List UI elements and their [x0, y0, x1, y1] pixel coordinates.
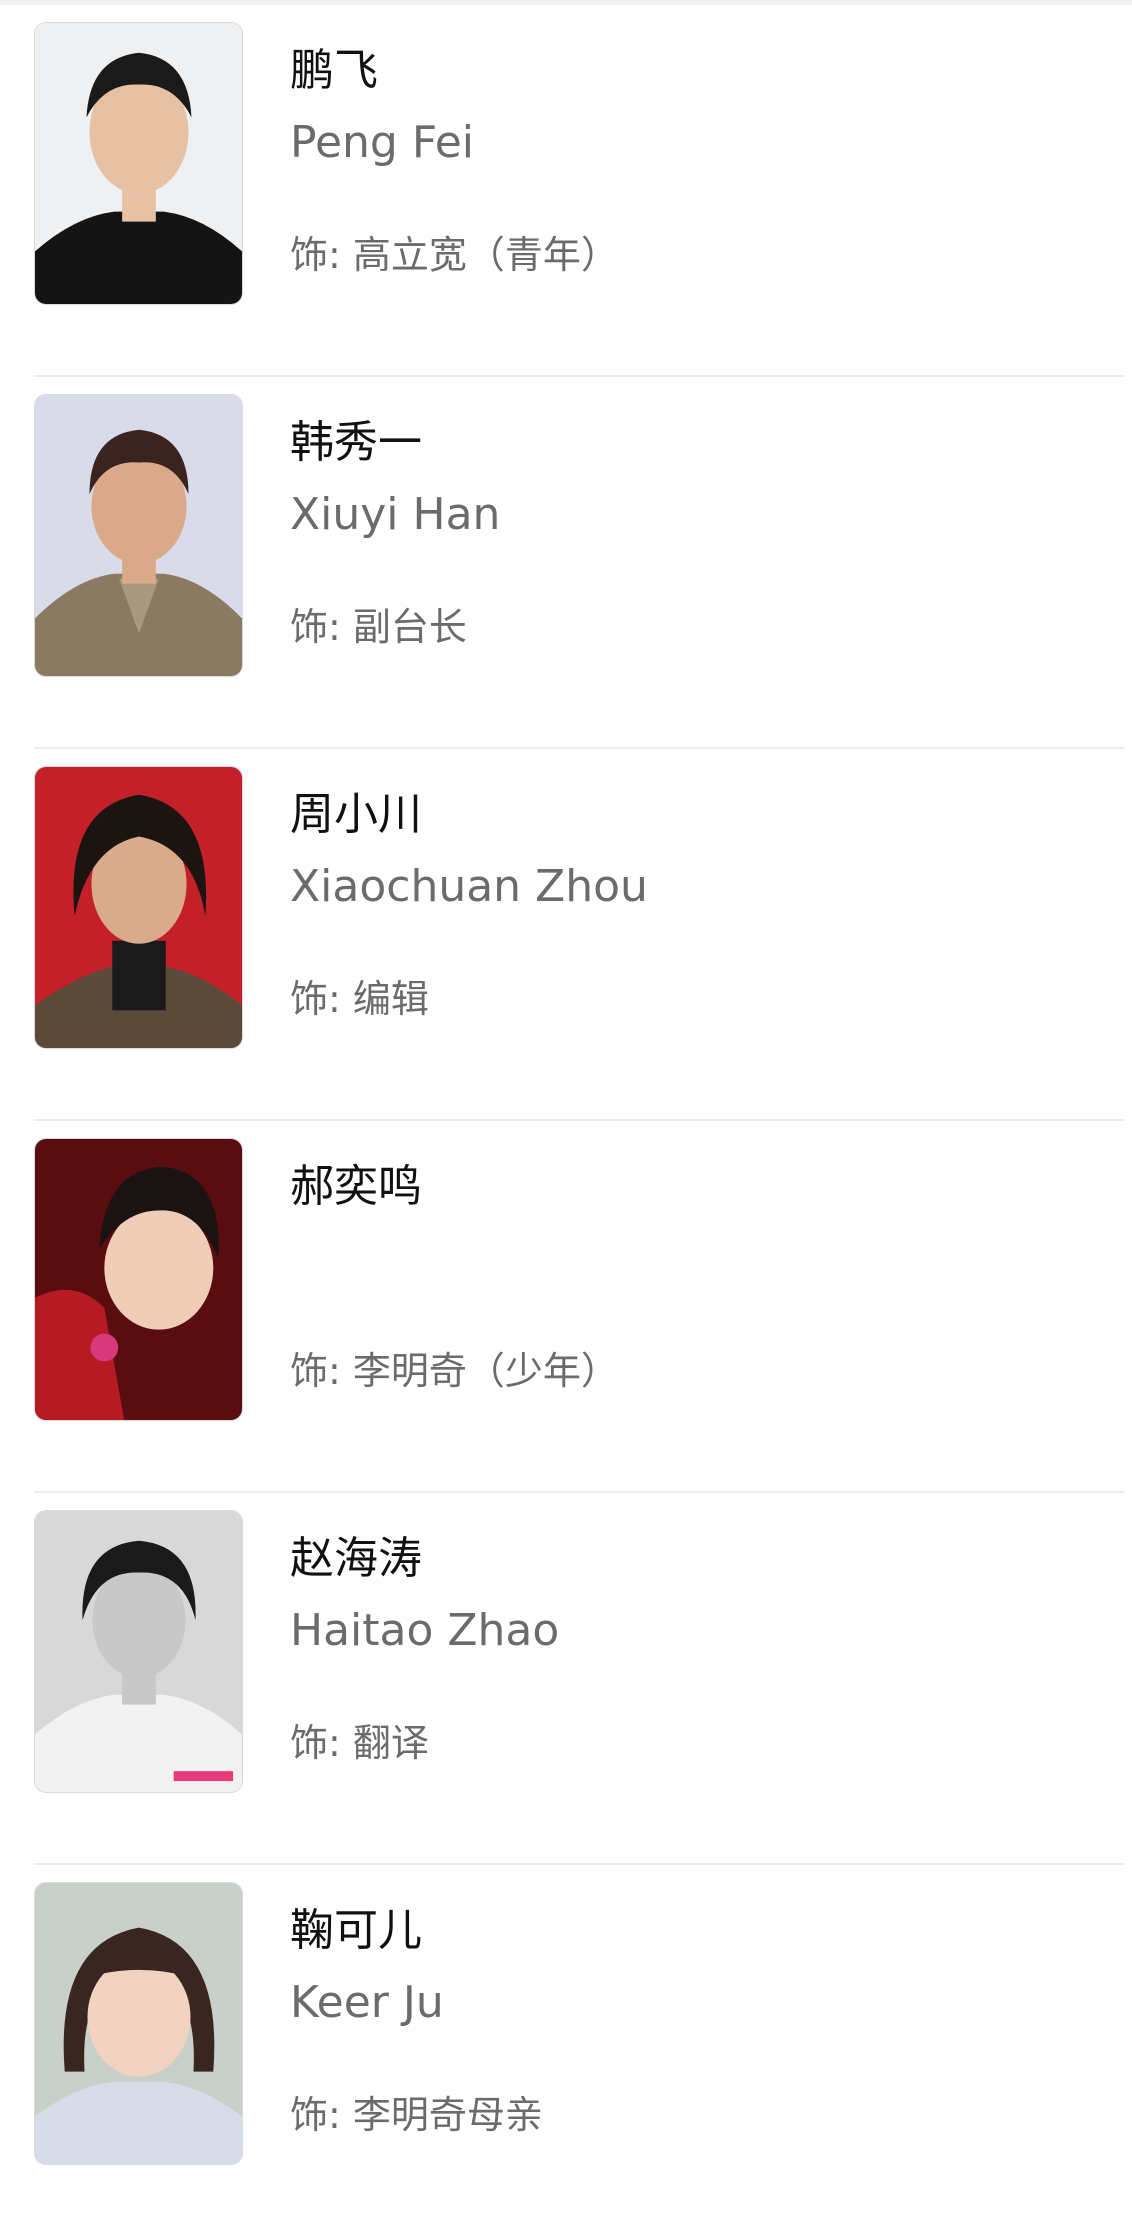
actor-name-cn: 鞠可儿	[290, 1905, 422, 1956]
cast-item[interactable]: 郝奕鸣 饰: 李明奇（少年）	[34, 1121, 1124, 1493]
cast-list: 鹏飞 Peng Fei 饰: 高立宽（青年） 韩秀一 Xiuyi Han 饰: …	[0, 5, 1132, 2237]
role-name: 副台长	[352, 605, 467, 649]
actor-name-cn: 赵海涛	[290, 1533, 422, 1584]
actor-photo	[34, 1510, 243, 1793]
cast-item[interactable]: 韩秀一 Xiuyi Han 饰: 副台长	[34, 377, 1124, 749]
role-prefix: 饰:	[290, 233, 353, 277]
role-name: 李明奇（少年）	[352, 1349, 619, 1393]
role-prefix: 饰:	[290, 1721, 353, 1765]
actor-role: 饰: 高立宽（青年）	[290, 231, 619, 279]
actor-name-en: Keer Ju	[290, 1977, 444, 2028]
role-name: 李明奇母亲	[352, 2093, 543, 2137]
role-prefix: 饰:	[290, 977, 353, 1021]
actor-photo	[34, 394, 243, 677]
cast-item[interactable]: 鹏飞 Peng Fei 饰: 高立宽（青年）	[34, 5, 1124, 377]
actor-role: 饰: 副台长	[290, 603, 467, 651]
actor-name-en: Xiuyi Han	[290, 489, 501, 540]
role-prefix: 饰:	[290, 2093, 353, 2137]
actor-name-en: Haitao Zhao	[290, 1605, 560, 1656]
actor-photo	[34, 1882, 243, 2165]
actor-name-cn: 韩秀一	[290, 417, 422, 468]
actor-role: 饰: 李明奇（少年）	[290, 1347, 619, 1395]
actor-role: 饰: 翻译	[290, 1719, 429, 1767]
actor-name-cn: 鹏飞	[290, 45, 378, 96]
cast-item[interactable]: 鞠可儿 Keer Ju 饰: 李明奇母亲	[34, 1865, 1124, 2237]
role-name: 高立宽（青年）	[352, 233, 619, 277]
actor-photo	[34, 1138, 243, 1421]
actor-photo	[34, 22, 243, 305]
actor-role: 饰: 李明奇母亲	[290, 2091, 543, 2139]
role-prefix: 饰:	[290, 1349, 353, 1393]
cast-item[interactable]: 赵海涛 Haitao Zhao 饰: 翻译	[34, 1493, 1124, 1865]
actor-name-en: Xiaochuan Zhou	[290, 861, 648, 912]
actor-name-cn: 郝奕鸣	[290, 1161, 422, 1212]
actor-role: 饰: 编辑	[290, 975, 429, 1023]
role-name: 翻译	[352, 1721, 429, 1765]
actor-photo	[34, 766, 243, 1049]
cast-item[interactable]: 周小川 Xiaochuan Zhou 饰: 编辑	[34, 749, 1124, 1121]
role-prefix: 饰:	[290, 605, 353, 649]
actor-name-en: Peng Fei	[290, 117, 475, 168]
actor-name-cn: 周小川	[290, 789, 422, 840]
role-name: 编辑	[352, 977, 429, 1021]
